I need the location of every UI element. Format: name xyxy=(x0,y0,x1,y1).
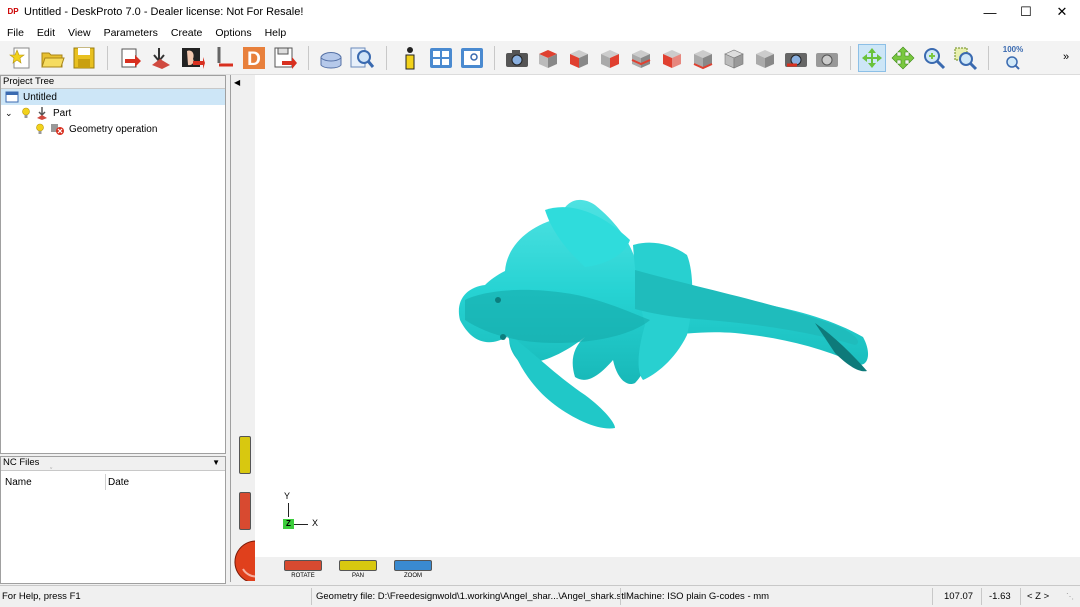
camera-view-icon[interactable] xyxy=(504,45,530,71)
toolbar-overflow-icon[interactable]: » xyxy=(1063,51,1069,63)
project-icon xyxy=(5,91,19,103)
view-bottom-icon[interactable] xyxy=(690,45,716,71)
rotate-mode-icon[interactable] xyxy=(858,44,886,72)
save-nc-icon[interactable] xyxy=(272,45,298,71)
viewport-control-strip: ◀ xyxy=(230,75,278,582)
project-tree-header: Project Tree xyxy=(1,76,225,89)
menu-create[interactable]: Create xyxy=(171,27,203,39)
nc-files-panel: NC Files ▼ Name Date ˇ xyxy=(0,456,226,584)
simulation-icon[interactable] xyxy=(318,45,344,71)
open-folder-icon[interactable] xyxy=(40,45,66,71)
app-logo-icon: DP xyxy=(7,7,19,16)
zoom-device-label: ZOOM xyxy=(404,573,422,579)
maximize-button[interactable]: ☐ xyxy=(1008,0,1044,24)
menu-parameters[interactable]: Parameters xyxy=(104,27,158,39)
pan-device-control[interactable] xyxy=(339,560,377,571)
axis-label-x: X xyxy=(312,518,319,528)
status-bar: For Help, press F1 Geometry file: D:\Fre… xyxy=(0,585,1080,607)
camera-next-icon[interactable] xyxy=(814,45,840,71)
status-y-coordinate: -1.63 xyxy=(989,591,1011,602)
3d-viewport[interactable]: Y Z X xyxy=(255,75,1080,557)
menu-file[interactable]: File xyxy=(7,27,24,39)
expand-chevron-icon[interactable]: ⌄ xyxy=(5,108,17,119)
pan-device-label: PAN xyxy=(352,573,364,579)
axis-label-y: Y xyxy=(284,491,291,501)
svg-text:D: D xyxy=(247,49,261,70)
column-header-name[interactable]: Name xyxy=(5,477,32,488)
deskproto-d-icon[interactable]: D xyxy=(241,45,267,71)
tree-label-untitled: Untitled xyxy=(23,91,57,103)
project-tree-panel: Project Tree Untitled ⌄ Part Geometry op… xyxy=(0,75,226,454)
sort-indicator-icon: ˇ xyxy=(50,468,53,475)
pan-wheel-control[interactable] xyxy=(239,436,251,474)
rotate-wheel-control[interactable] xyxy=(239,492,251,530)
new-project-icon[interactable] xyxy=(9,45,35,71)
zoom-mode-icon[interactable] xyxy=(921,45,947,71)
toolbar: D 100% » xyxy=(0,41,1080,75)
status-view-axis: < Z > xyxy=(1027,591,1050,602)
view-iso-icon[interactable] xyxy=(721,45,747,71)
rotate-device-control[interactable] xyxy=(284,560,322,571)
resize-grip-icon[interactable]: ⋱ xyxy=(1066,586,1074,607)
axis-label-z: Z xyxy=(283,519,294,529)
zoom-device-control[interactable] xyxy=(394,560,432,571)
window-view-icon[interactable] xyxy=(459,45,485,71)
menu-edit[interactable]: Edit xyxy=(37,27,55,39)
lightbulb-icon[interactable] xyxy=(35,123,45,135)
vector-operation-icon[interactable] xyxy=(210,45,236,71)
status-help: For Help, press F1 xyxy=(2,591,81,602)
operation-error-icon xyxy=(51,124,64,135)
column-header-date[interactable]: Date xyxy=(108,477,129,488)
status-geometry-file: Geometry file: D:\Freedesignwold\1.worki… xyxy=(316,591,626,602)
view-left-icon[interactable] xyxy=(659,45,685,71)
menu-options[interactable]: Options xyxy=(215,27,251,39)
tree-item-geometry-operation[interactable]: Geometry operation xyxy=(35,121,157,137)
tree-item-part[interactable]: ⌄ Part xyxy=(5,105,71,121)
dropdown-arrow-icon[interactable]: ▼ xyxy=(212,457,220,470)
column-divider[interactable] xyxy=(105,474,106,490)
part-icon[interactable] xyxy=(148,45,174,71)
bitmap-icon[interactable] xyxy=(179,45,205,71)
collapse-panel-icon[interactable]: ◀ xyxy=(234,78,240,87)
menu-help[interactable]: Help xyxy=(265,27,287,39)
camera-previous-icon[interactable] xyxy=(783,45,809,71)
magnifier-icon xyxy=(1006,56,1020,70)
close-button[interactable]: ✕ xyxy=(1044,0,1080,24)
preview-search-icon[interactable] xyxy=(349,45,375,71)
pan-mode-icon[interactable] xyxy=(890,45,916,71)
tree-item-untitled[interactable]: Untitled xyxy=(1,89,225,105)
mouse-device-bar: ROTATE PAN ZOOM xyxy=(255,557,1080,582)
view-back-icon[interactable] xyxy=(628,45,654,71)
zoom-window-icon[interactable] xyxy=(952,45,978,71)
view-right-icon[interactable] xyxy=(597,45,623,71)
angel-shark-model xyxy=(458,199,869,429)
y-axis-line xyxy=(288,503,289,517)
window-title: Untitled - DeskProto 7.0 - Dealer licens… xyxy=(24,6,304,18)
minimize-button[interactable]: — xyxy=(972,0,1008,24)
save-icon[interactable] xyxy=(71,45,97,71)
nc-files-header[interactable]: NC Files ▼ xyxy=(1,457,225,471)
info-icon[interactable] xyxy=(397,45,423,71)
rotate-device-label: ROTATE xyxy=(291,573,315,579)
view-reset-icon[interactable] xyxy=(752,45,778,71)
title-bar: DP Untitled - DeskProto 7.0 - Dealer lic… xyxy=(0,0,1080,24)
status-machine: Machine: ISO plain G-codes - mm xyxy=(626,591,770,602)
import-geometry-icon[interactable] xyxy=(117,45,143,71)
part-icon xyxy=(37,107,47,120)
lightbulb-icon[interactable] xyxy=(21,107,31,119)
zoom-100-button[interactable]: 100% xyxy=(998,45,1028,71)
menu-view[interactable]: View xyxy=(68,27,91,39)
tree-label-part: Part xyxy=(53,107,72,119)
status-x-coordinate: 107.07 xyxy=(944,591,974,602)
zoom-level-label: 100% xyxy=(1002,45,1024,54)
view-top-icon[interactable] xyxy=(535,45,561,71)
view-front-icon[interactable] xyxy=(566,45,592,71)
tree-label-geometry-operation: Geometry operation xyxy=(69,123,158,135)
menu-bar: File Edit View Parameters Create Options… xyxy=(0,24,1080,41)
layout-views-icon[interactable] xyxy=(428,45,454,71)
x-axis-line xyxy=(294,524,308,525)
